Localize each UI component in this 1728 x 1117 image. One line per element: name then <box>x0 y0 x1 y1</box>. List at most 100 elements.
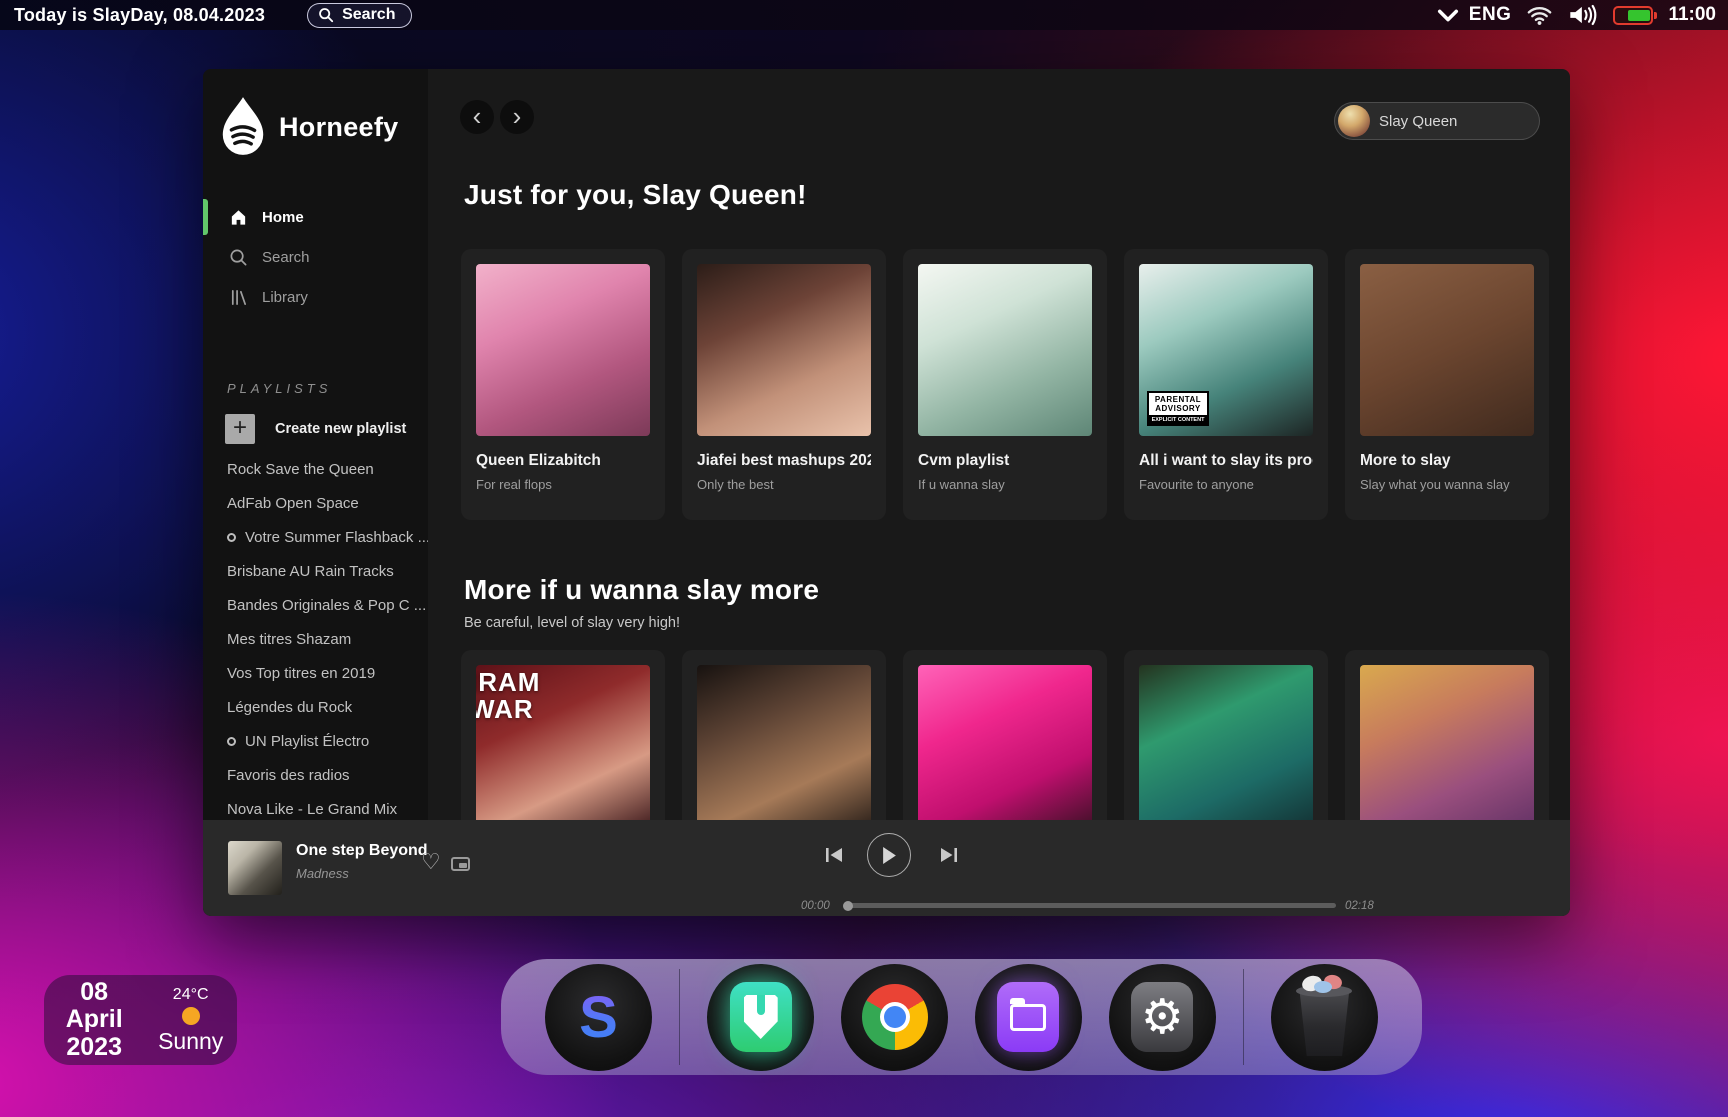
like-heart-button[interactable] <box>421 850 441 875</box>
playlist-card[interactable]: IRAM WAR <box>461 650 665 820</box>
card-subtitle: If u wanna slay <box>918 477 1005 492</box>
sidebar-nav: Home Search Library <box>203 197 428 317</box>
sun-icon <box>181 1006 200 1025</box>
card-subtitle: Only the best <box>697 477 774 492</box>
language-selector[interactable]: ENG <box>1437 4 1512 26</box>
playlist-item[interactable]: Brisbane AU Rain Tracks <box>203 554 428 588</box>
trash-icon <box>1286 973 1362 1060</box>
playlist-card[interactable]: More to slay Slay what you wanna slay <box>1345 249 1549 520</box>
dock-item-shield-app[interactable] <box>707 963 815 1071</box>
playlist-item[interactable]: Vos Top titres en 2019 <box>203 656 428 690</box>
menubar-search-label: Search <box>342 6 396 23</box>
sidebar-item-label: Home <box>262 208 304 226</box>
sidebar: Horneefy Home Search Library PLAYLISTS +… <box>203 69 428 820</box>
sidebar-item-search[interactable]: Search <box>203 237 428 277</box>
playlist-card[interactable] <box>682 650 886 820</box>
sidebar-item-home[interactable]: Home <box>203 197 428 237</box>
elapsed-time: 00:00 <box>801 900 830 912</box>
playlist-item[interactable]: Bandes Originales & Pop C ... <box>203 588 428 622</box>
brand-name: Horneefy <box>279 111 399 142</box>
playlist-item-label: Légendes du Rock <box>227 698 353 716</box>
library-icon <box>231 289 247 305</box>
forward-button[interactable] <box>500 100 534 134</box>
jiafei-face-cover <box>697 264 871 436</box>
playlist-item[interactable]: Votre Summer Flashback ... <box>203 520 428 554</box>
playlist-item[interactable]: Favoris des radios <box>203 758 428 792</box>
wifi-icon[interactable] <box>1526 5 1553 26</box>
profile-chip[interactable]: Slay Queen <box>1334 102 1540 140</box>
track-artist: Madness <box>296 866 349 881</box>
parental-advisory-label: PARENTAL ADVISORY EXPLICIT CONTENT <box>1147 391 1209 426</box>
playlist-card[interactable]: Cvm playlist If u wanna slay <box>903 249 1107 520</box>
progress-bar[interactable] <box>843 900 1336 911</box>
previous-track-button[interactable] <box>823 846 845 864</box>
section-title: Just for you, Slay Queen! <box>464 179 807 210</box>
horneefy-app-window: Horneefy Home Search Library PLAYLISTS +… <box>203 69 1570 916</box>
create-playlist-button[interactable]: Create new playlist <box>225 414 428 444</box>
playlist-item[interactable]: Rock Save the Queen <box>203 452 428 486</box>
next-track-button[interactable] <box>938 846 960 864</box>
search-icon <box>319 8 334 23</box>
art-overlay-text: IRAM WAR <box>476 667 541 725</box>
brand: Horneefy <box>203 69 428 159</box>
dock-item-settings-app[interactable] <box>1108 963 1216 1071</box>
card-row: Queen Elizabitch For real flops Jiafei bes… <box>461 249 1549 520</box>
horneefy-logo-icon <box>222 97 264 155</box>
playlist-item-label: Vos Top titres en 2019 <box>227 664 376 682</box>
shield-app-icon <box>729 982 792 1052</box>
plus-icon <box>225 414 255 444</box>
language-label: ENG <box>1468 4 1512 25</box>
card-subtitle: Favourite to anyone <box>1139 477 1254 492</box>
folder-icon <box>997 982 1060 1052</box>
playlist-card[interactable]: PARENTAL ADVISORY EXPLICIT CONTENT All i wa… <box>1124 249 1328 520</box>
dock-item-slay-music-app[interactable] <box>545 963 652 1071</box>
widget-month: April <box>65 1005 123 1034</box>
playlist-card[interactable]: Queen Elizabitch For real flops <box>461 249 665 520</box>
pink-duo-album-cover <box>918 665 1092 820</box>
playlists-header: PLAYLISTS <box>227 381 332 396</box>
playlist-item[interactable]: Mes titres Shazam <box>203 622 428 656</box>
play-icon <box>882 846 896 864</box>
playlist-card[interactable] <box>1345 650 1549 820</box>
play-button[interactable] <box>867 833 911 877</box>
date-weather-widget: 08 April 2023 24°C Sunny <box>44 975 237 1065</box>
playlist-item[interactable]: UN Playlist Électro <box>203 724 428 758</box>
volume-icon[interactable] <box>1568 4 1598 26</box>
temperature: 24°C <box>172 985 209 1003</box>
profile-name: Slay Queen <box>1379 112 1458 130</box>
home-icon <box>231 209 246 225</box>
sidebar-item-library[interactable]: Library <box>203 277 428 317</box>
playlist-card[interactable] <box>1124 650 1328 820</box>
playlist-item[interactable]: AdFab Open Space <box>203 486 428 520</box>
progress-thumb[interactable] <box>843 900 853 911</box>
back-button[interactable] <box>460 100 494 134</box>
card-title: All i want to slay its products <box>1139 452 1313 469</box>
smiling-woman-cover <box>1360 264 1534 436</box>
green-hair-portrait-cover <box>918 264 1092 436</box>
playlist-item-label: Mes titres Shazam <box>227 630 352 648</box>
card-row: IRAM WAR <box>461 650 1549 820</box>
menubar-search-button[interactable]: Search <box>307 2 413 28</box>
date-display: 08 April 2023 <box>44 978 144 1062</box>
playlist-card[interactable] <box>903 650 1107 820</box>
dock-item-files-app[interactable] <box>974 963 1082 1071</box>
clock: 11:00 <box>1668 4 1716 25</box>
sidebar-item-label: Library <box>262 288 308 306</box>
chevron-down-icon <box>1437 9 1458 21</box>
dock-divider <box>678 969 681 1065</box>
dock-item-trash[interactable] <box>1270 963 1378 1071</box>
dock-item-chrome-browser[interactable] <box>841 963 949 1071</box>
playlist-item[interactable]: Légendes du Rock <box>203 690 428 724</box>
glitch-collage-cover: PARENTAL ADVISORY EXPLICIT CONTENT <box>1139 264 1313 436</box>
card-subtitle: For real flops <box>476 477 552 492</box>
battery-indicator[interactable] <box>1613 5 1658 25</box>
album-art <box>228 841 282 895</box>
search-icon <box>230 249 247 265</box>
playlist-item-label: Favoris des radios <box>227 766 350 784</box>
card-subtitle: Slay what you wanna slay <box>1360 477 1510 492</box>
track-title: One step Beyond <box>296 842 428 859</box>
mini-player-button[interactable] <box>451 857 470 871</box>
sidebar-item-label: Search <box>262 248 310 266</box>
playlist-item-label: Nova Like - Le Grand Mix <box>227 800 398 818</box>
playlist-card[interactable]: Jiafei best mashups 2023 Only the best <box>682 249 886 520</box>
